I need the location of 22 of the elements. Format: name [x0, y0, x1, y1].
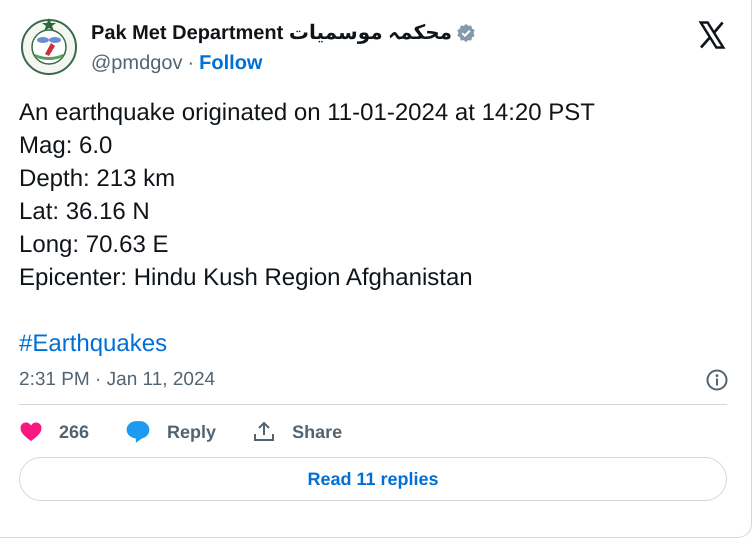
author-name[interactable]: Pak Met Department محکمہ موسمیات	[91, 20, 452, 45]
info-icon[interactable]	[705, 368, 729, 392]
share-icon	[252, 420, 276, 444]
reply-button[interactable]: Reply	[125, 419, 216, 445]
emblem-logo	[19, 16, 79, 76]
tweet-text-line: Mag: 6.0	[19, 131, 112, 161]
follow-link[interactable]: Follow	[199, 52, 262, 75]
separator: ·	[187, 52, 194, 75]
heart-icon	[19, 420, 43, 444]
x-logo-icon[interactable]	[697, 20, 727, 50]
timestamp[interactable]: 2:31 PM · Jan 11, 2024	[19, 369, 216, 391]
tweet-text-line: Long: 70.63 E	[19, 230, 168, 260]
share-button[interactable]: Share	[252, 419, 342, 445]
tweet-text-line: Lat: 36.16 N	[19, 197, 150, 227]
read-replies-button[interactable]: Read 11 replies	[19, 457, 727, 501]
hashtag-link[interactable]: #Earthquakes	[19, 327, 168, 360]
like-button[interactable]: 266	[19, 419, 90, 445]
tweet-text-line: An earthquake originated on 11-01-2024 at 14:20 PST	[19, 98, 595, 128]
tweet-text-line: Epicenter: Hindu Kush Region Afghanistan	[19, 263, 473, 293]
tweet-text-line: Depth: 213 km	[19, 164, 176, 194]
speech-bubble-icon	[125, 419, 152, 445]
author-handle: @pmdgov	[91, 52, 182, 75]
